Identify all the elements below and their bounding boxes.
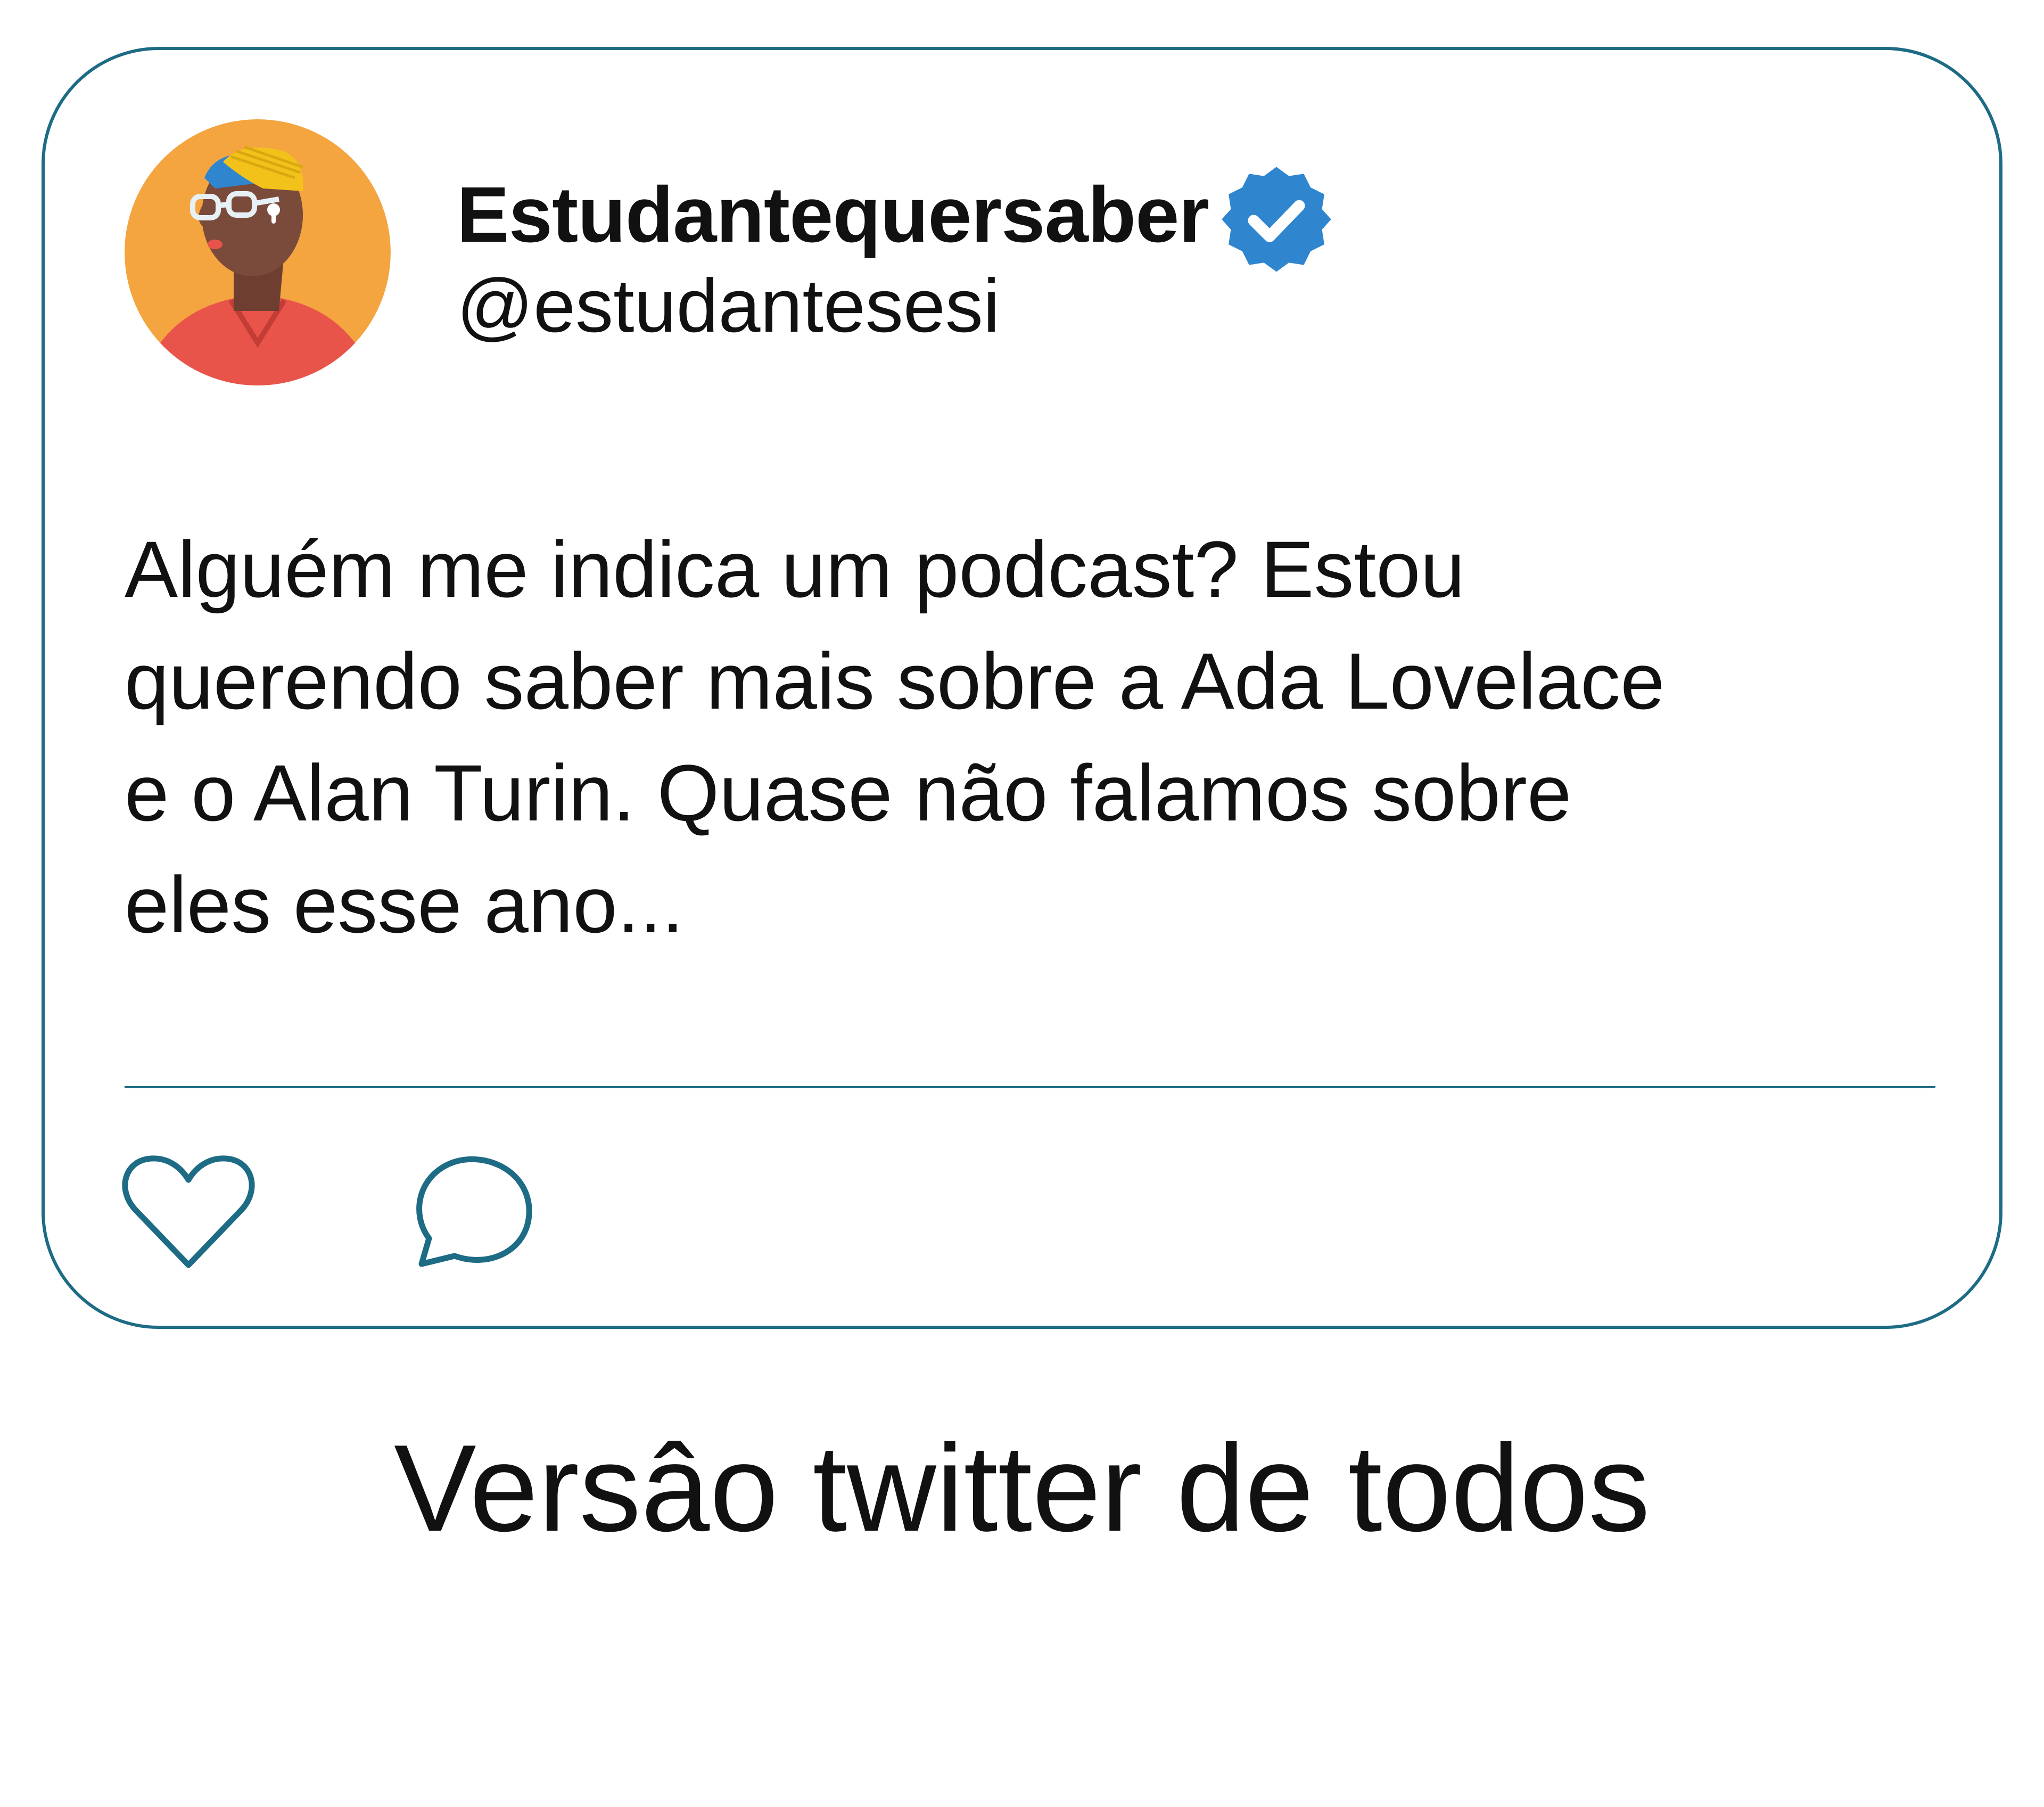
display-name[interactable]: Estudantequersaber — [457, 176, 1209, 254]
tweet-text: Alguém me indica um podcast? Estou quere… — [125, 513, 1956, 960]
speech-bubble-icon — [416, 1156, 532, 1267]
avatar-person-icon — [125, 119, 391, 385]
tweet-text-line: querendo saber mais sobre a Ada Lovelace — [125, 636, 1665, 726]
verified-badge-icon — [1219, 162, 1333, 276]
heart-icon — [122, 1155, 255, 1268]
like-button[interactable] — [119, 1147, 258, 1275]
reply-button[interactable] — [401, 1147, 540, 1275]
user-header: Estudantequersaber — [457, 162, 1333, 272]
tweet-text-line: eles esse ano... — [125, 860, 684, 949]
avatar[interactable] — [125, 119, 391, 385]
tweet-text-line: e o Alan Turin. Quase não falamos sobre — [125, 748, 1572, 837]
divider — [125, 1086, 1935, 1088]
tweet-card: Estudantequersaber @estudantesesi Alguém… — [42, 47, 2002, 1329]
user-handle[interactable]: @estudantesesi — [457, 268, 1000, 344]
caption: Versâo twitter de todos — [394, 1419, 1650, 1557]
tweet-text-line: Alguém me indica um podcast? Estou — [125, 524, 1465, 614]
